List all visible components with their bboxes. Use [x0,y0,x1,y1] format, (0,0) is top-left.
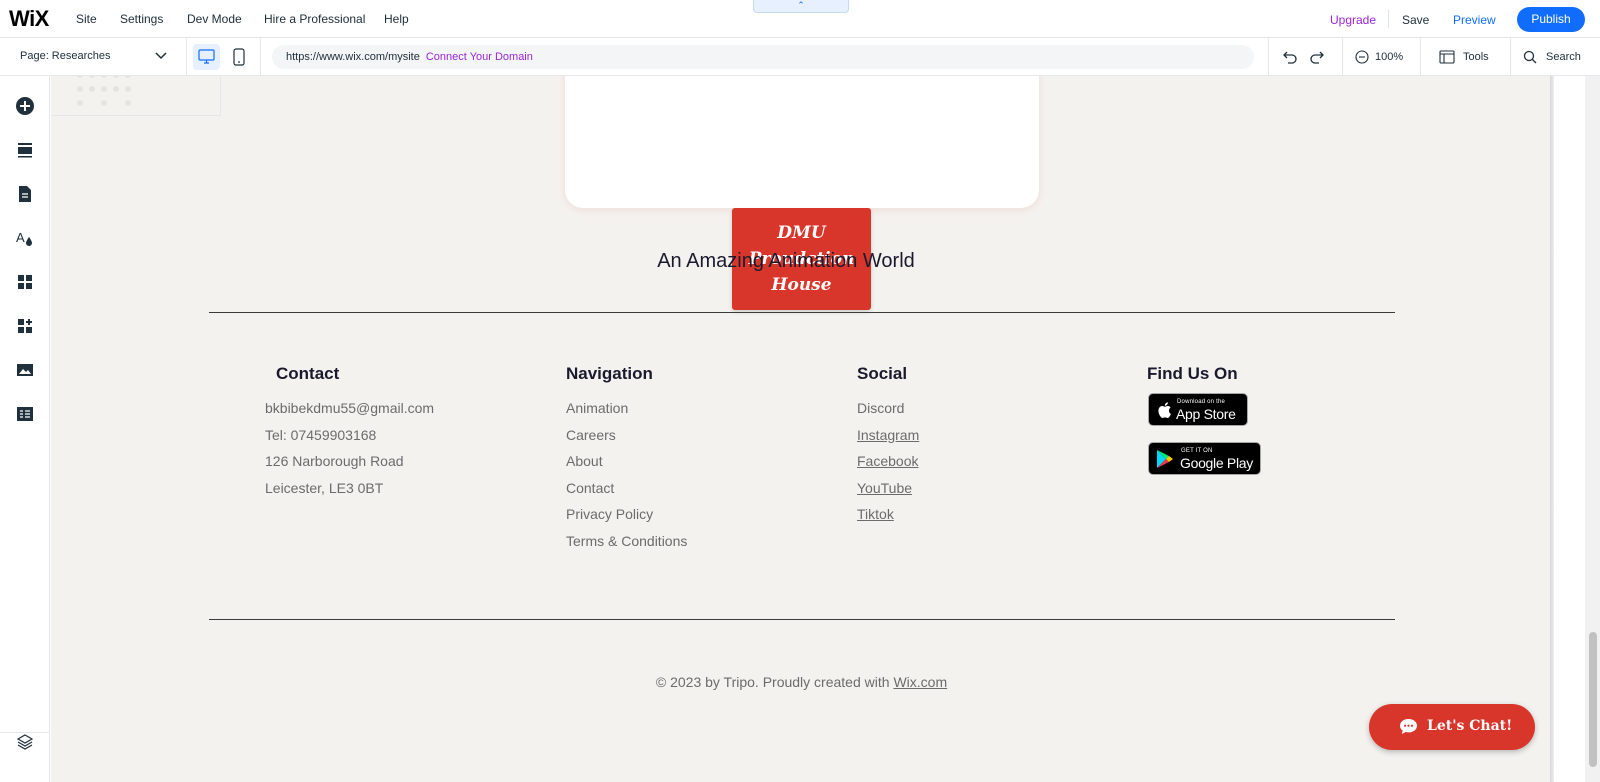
nav-link-animation[interactable]: Animation [566,398,687,425]
content-card[interactable] [565,76,1039,208]
site-url: https://www.wix.com/mysite [286,51,420,63]
menu-help-label: Help [384,12,409,26]
page-selector[interactable]: Page: Researches [20,50,111,62]
nav-link-terms[interactable]: Terms & Conditions [566,531,687,558]
contact-address-line-2: Leicester, LE3 0BT [265,479,384,496]
toolbar-separator [1342,38,1343,76]
toolbar-separator [1420,38,1421,76]
add-section-icon[interactable] [15,140,35,160]
contact-email: bkbibekdmu55@gmail.com [265,400,435,416]
nav-link-privacy-policy[interactable]: Privacy Policy [566,504,687,531]
menu-dev-mode[interactable]: Dev Mode [187,0,242,38]
site-url-bar[interactable]: https://www.wix.com/mysite Connect Your D… [272,45,1254,69]
faded-element [51,76,221,116]
cms-icon[interactable] [15,404,35,424]
toolbar-separator [186,38,187,76]
menu-settings-label: Settings [120,12,164,26]
google-play-icon [1157,450,1173,468]
lets-chat-label: Let's Chat! [1427,718,1513,734]
connect-domain-link[interactable]: Connect Your Domain [426,51,533,63]
menu-site-label: Site [76,12,97,26]
zoom-out-icon[interactable] [1355,50,1369,64]
add-elements-icon[interactable] [15,96,35,116]
social-link-tiktok[interactable]: Tiktok [857,504,919,531]
footer-divider-bottom [209,619,1395,620]
nav-link-about[interactable]: About [566,451,687,478]
layers-icon[interactable] [15,732,35,752]
top-divider [1388,10,1389,28]
svg-text:A: A [16,230,25,245]
google-play-small-text: GET IT ON [1181,448,1213,454]
publish-button[interactable]: Publish [1517,7,1585,32]
app-store-badge[interactable]: Download on the App Store [1148,393,1248,426]
copyright-text: © 2023 by Tripo. Proudly created with Wi… [51,674,1552,690]
toolbar-separator [1510,38,1511,76]
social-list: Discord Instagram Facebook YouTube Tikto… [857,398,919,531]
wix-link[interactable]: Wix.com [893,674,947,690]
toolbar-separator [1268,38,1269,76]
google-play-big-text: Google Play [1180,455,1253,471]
right-gutter [1554,76,1585,782]
collapse-toolbar-button[interactable]: ⌃ [753,0,849,13]
social-heading: Social [857,364,908,383]
contact-phone: Tel: 07459903168 [265,426,377,443]
app-market-icon[interactable] [15,316,35,336]
navigation-heading: Navigation [566,364,653,383]
search-icon[interactable] [1523,50,1537,64]
preview-button[interactable]: Preview [1453,13,1496,27]
navigation-list: Animation Careers About Contact Privacy … [566,398,687,558]
contact-address-line-1: 126 Narborough Road [265,453,404,470]
media-icon[interactable] [15,360,35,380]
site-tagline[interactable]: An Amazing Animation World [501,250,1071,273]
editor-top-bar: WiX Site Settings Dev Mode Hire a Profes… [0,0,1600,38]
lets-chat-button[interactable]: Let's Chat! [1369,704,1535,750]
site-design-icon[interactable]: A [15,228,35,248]
footer-divider-top [209,312,1395,313]
search-button[interactable]: Search [1546,51,1581,63]
tools-icon[interactable] [1439,50,1455,64]
menu-settings[interactable]: Settings [120,0,163,38]
desktop-view-button[interactable] [193,44,220,70]
pages-icon[interactable] [15,184,35,204]
tools-button[interactable]: Tools [1463,51,1489,63]
social-link-facebook[interactable]: Facebook [857,451,919,478]
menu-help[interactable]: Help [384,0,409,38]
site-logo-line-1: DMU [777,223,826,243]
nav-link-contact[interactable]: Contact [566,478,687,505]
copyright-prefix: © 2023 by Tripo. Proudly created with [655,674,894,690]
menu-hire-label: Hire a Professional [264,12,366,26]
left-sidebar: A [0,76,50,782]
zoom-level[interactable]: 100% [1375,51,1403,63]
contact-list: bkbibekdmu55@gmail.com Tel: 07459903168 … [265,398,434,504]
app-store-small-text: Download on the [1177,399,1226,405]
social-link-youtube[interactable]: YouTube [857,478,919,505]
menu-dev-mode-label: Dev Mode [187,12,242,26]
toolbar-separator [260,38,261,76]
find-us-heading: Find Us On [1147,364,1238,383]
site-canvas[interactable]: DMU Proudction House An Amazing Animatio… [51,76,1552,782]
menu-site[interactable]: Site [76,0,97,38]
app-store-big-text: App Store [1176,406,1236,422]
site-logo-line-3: House [771,275,832,295]
editor-secondary-bar: Page: Researches https://www.wix.com/mys… [0,38,1600,76]
wix-logo[interactable]: WiX [9,8,49,30]
apps-icon[interactable] [15,272,35,292]
apple-icon [1158,402,1171,418]
chevron-down-icon[interactable] [154,48,168,62]
nav-link-careers[interactable]: Careers [566,425,687,452]
chat-bubble-icon [1400,719,1417,734]
upgrade-link[interactable]: Upgrade [1330,13,1376,27]
redo-icon[interactable] [1309,49,1325,65]
contact-heading: Contact [276,364,340,383]
save-button[interactable]: Save [1402,13,1429,27]
social-link-instagram[interactable]: Instagram [857,425,919,452]
undo-icon[interactable] [1282,49,1298,65]
mobile-icon[interactable] [233,48,245,66]
google-play-badge[interactable]: GET IT ON Google Play [1148,442,1261,475]
menu-hire-professional[interactable]: Hire a Professional [264,0,365,38]
scrollbar-thumb[interactable] [1589,632,1597,767]
social-link-discord[interactable]: Discord [857,398,919,425]
desktop-icon [198,49,215,64]
